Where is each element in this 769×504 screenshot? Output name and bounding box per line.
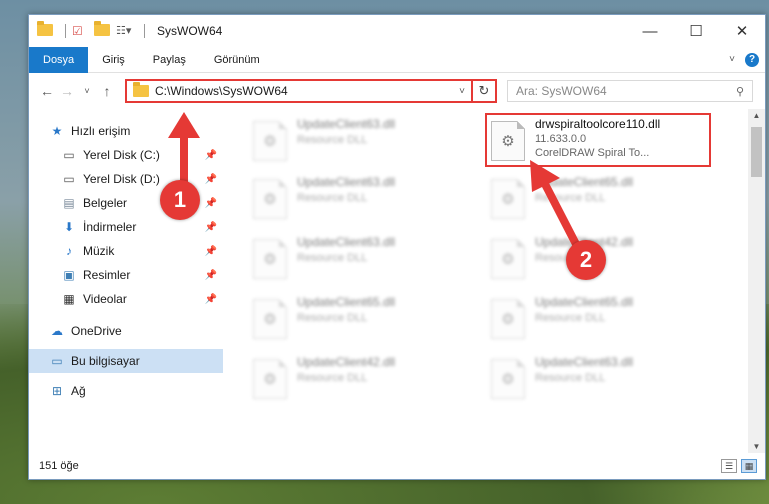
step-1-badge: 1 bbox=[160, 180, 200, 220]
step-2-badge: 2 bbox=[566, 240, 606, 280]
arrow-2 bbox=[530, 160, 582, 250]
arrow-1 bbox=[168, 112, 200, 186]
annotation-arrows bbox=[168, 112, 582, 250]
